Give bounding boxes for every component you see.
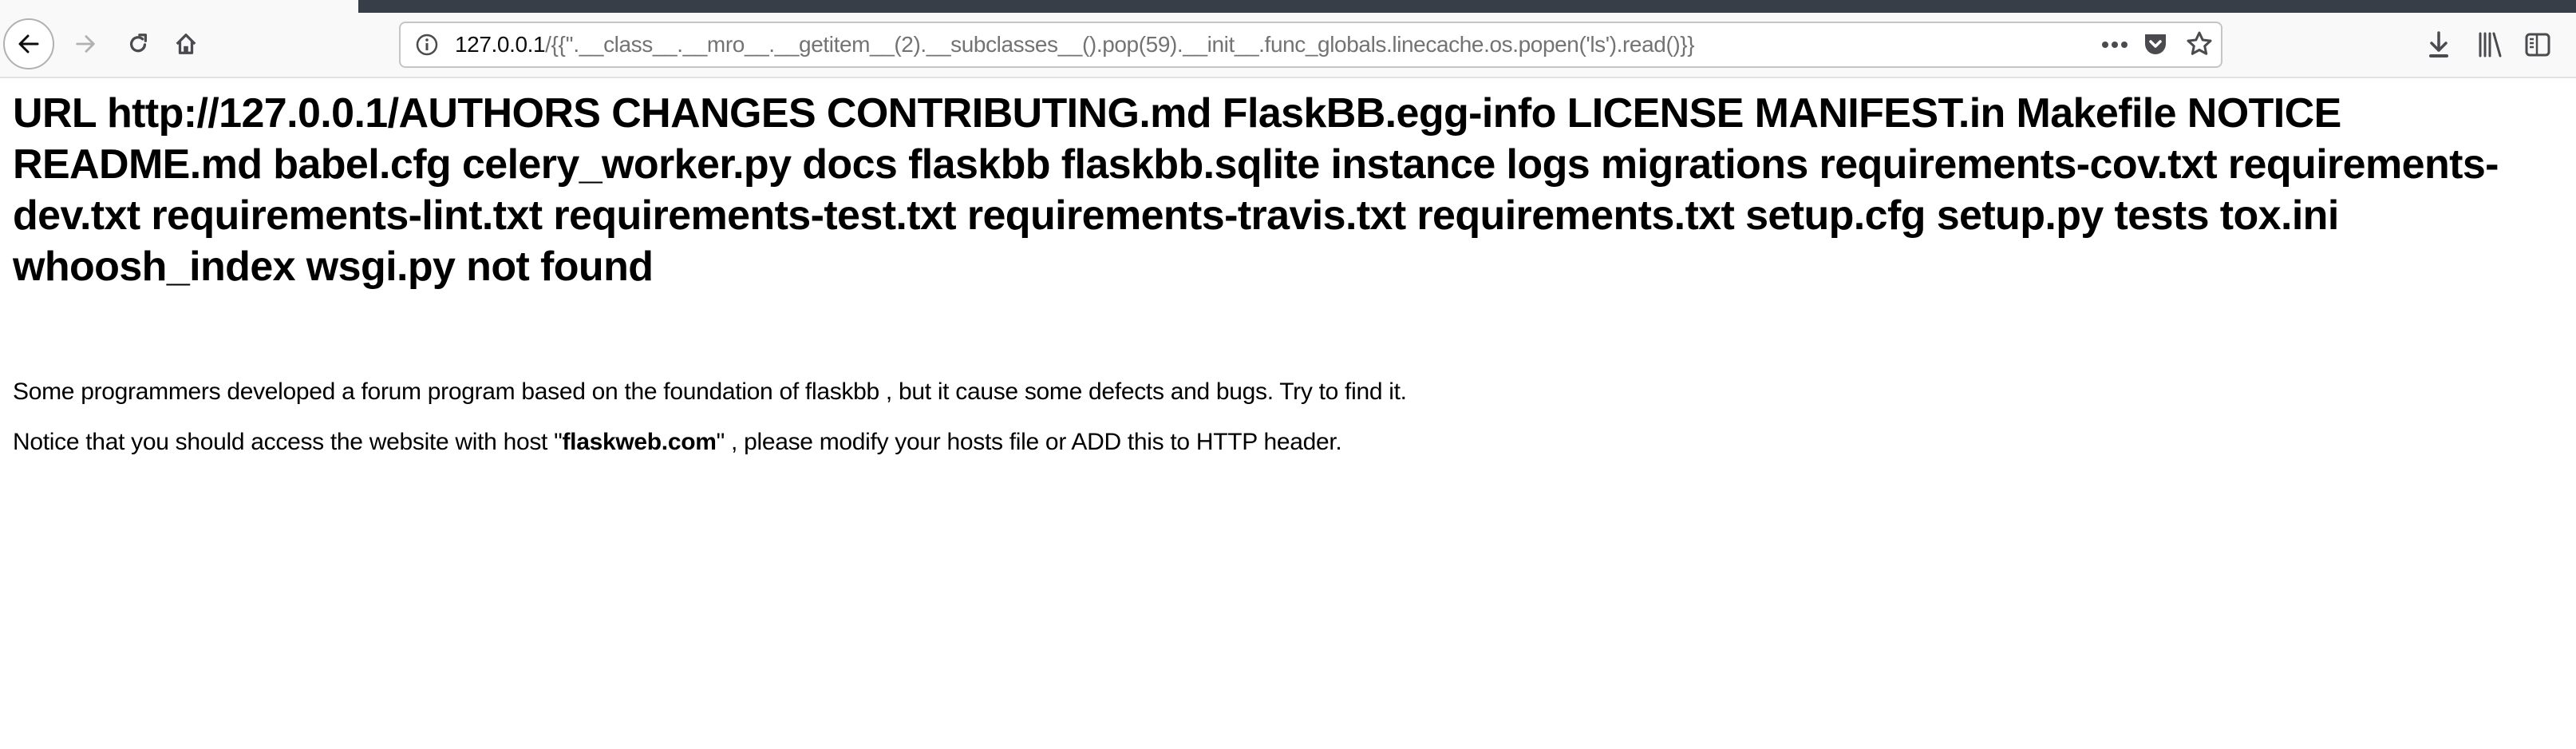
info-icon	[416, 34, 438, 56]
bookmark-button[interactable]	[2185, 30, 2214, 58]
home-button[interactable]	[173, 31, 199, 57]
browser-toolbar: 127.0.0.1/{{''.__class__.__mro__.__getit…	[0, 13, 2576, 78]
site-info-button[interactable]	[415, 33, 439, 57]
reload-button[interactable]	[125, 31, 151, 57]
downloads-button[interactable]	[2424, 30, 2453, 59]
forward-button[interactable]	[73, 31, 98, 57]
url-text[interactable]: 127.0.0.1/{{''.__class__.__mro__.__getit…	[455, 23, 1695, 66]
home-icon	[176, 34, 196, 54]
more-icon	[2102, 42, 2128, 48]
sidebar-button[interactable]	[2523, 30, 2552, 59]
pocket-button[interactable]	[2142, 31, 2169, 58]
host-name: flaskweb.com	[562, 429, 717, 455]
library-icon	[2479, 32, 2502, 57]
notice-text-end: " , please modify your hosts file or ADD…	[716, 429, 1342, 455]
notice-text-start: Notice that you should access the websit…	[13, 429, 563, 455]
forward-icon	[76, 35, 95, 53]
page-content: URL http://127.0.0.1/AUTHORS CHANGES CON…	[13, 78, 2566, 455]
bookmark-star-icon	[2187, 31, 2212, 55]
library-button[interactable]	[2475, 30, 2504, 59]
host-notice-paragraph: Notice that you should access the websit…	[13, 429, 1342, 456]
back-icon	[18, 34, 39, 54]
url-bar[interactable]: 127.0.0.1/{{''.__class__.__mro__.__getit…	[399, 22, 2222, 68]
active-tab-strip[interactable]	[358, 0, 2576, 13]
page-heading: URL http://127.0.0.1/AUTHORS CHANGES CON…	[13, 90, 2499, 290]
title-bar	[0, 0, 2576, 13]
description-paragraph: Some programmers developed a forum progr…	[13, 378, 1407, 405]
sidebar-icon	[2525, 33, 2550, 57]
download-icon	[2429, 31, 2448, 57]
url-host: 127.0.0.1	[455, 32, 546, 57]
back-button[interactable]	[3, 18, 54, 69]
reload-icon	[129, 34, 148, 53]
pocket-icon	[2145, 34, 2166, 54]
page-actions-button[interactable]	[2100, 33, 2129, 57]
url-path: /{{''.__class__.__mro__.__getitem__(2)._…	[545, 32, 1695, 57]
